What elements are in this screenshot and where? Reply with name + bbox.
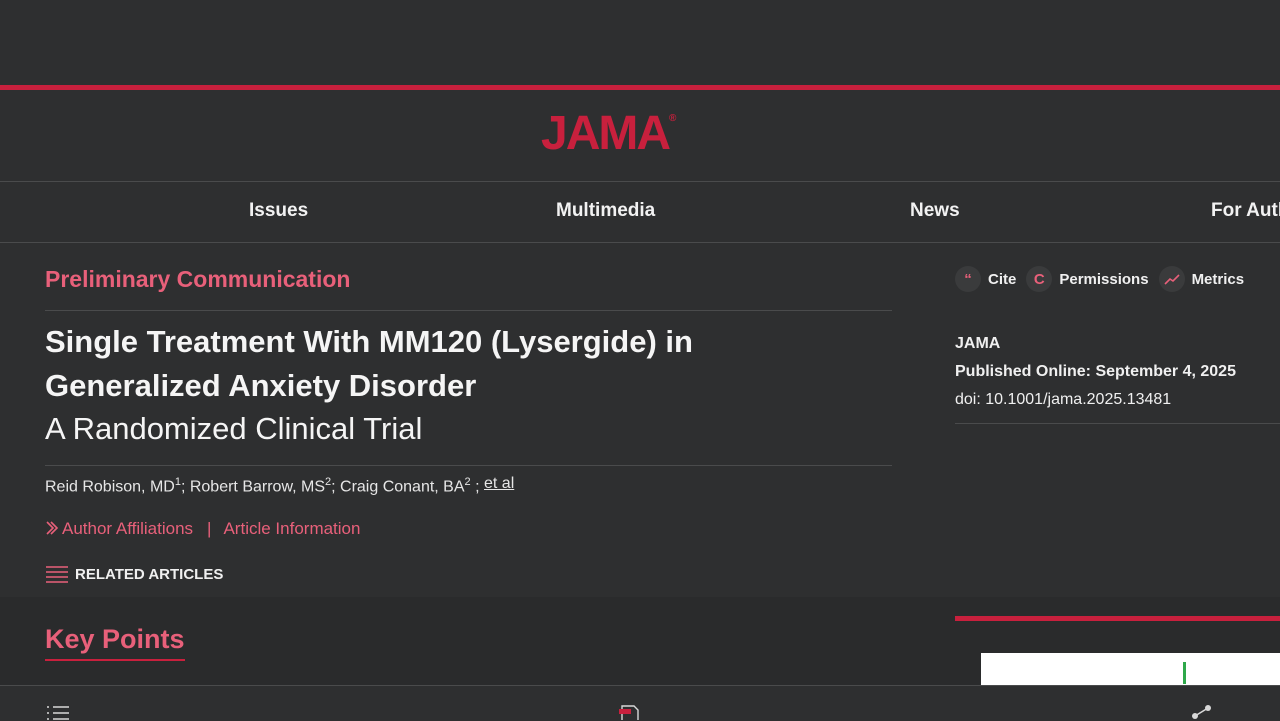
related-articles-label: RELATED ARTICLES (75, 565, 224, 583)
link-separator: | (207, 519, 212, 538)
nav-multimedia[interactable]: Multimedia (556, 182, 655, 242)
nav-issues[interactable]: Issues (249, 182, 308, 242)
cite-button[interactable]: “ Cite (955, 266, 1016, 292)
sidebar-accent-line (955, 616, 1280, 621)
key-points-heading: Key Points (45, 624, 185, 661)
list-icon (46, 566, 68, 583)
share-icon[interactable] (1190, 704, 1214, 720)
author-separator: ; (180, 478, 190, 496)
title-line-2: Generalized Anxiety Disorder (45, 368, 477, 403)
article-subtitle: A Randomized Clinical Trial (45, 411, 423, 446)
quote-icon: “ (955, 266, 981, 292)
article-type: Preliminary Communication (45, 266, 351, 292)
journal-name: JAMA (955, 335, 1001, 352)
pdf-icon[interactable] (618, 704, 642, 720)
author-list: Reid Robison, MD1; Robert Barrow, MS2; C… (45, 475, 514, 496)
author-name[interactable]: Reid Robison, MD (45, 478, 175, 495)
et-al-link[interactable]: et al (484, 475, 514, 492)
author-separator: ; (470, 478, 484, 496)
affiliation-row: Author Affiliations | Article Information (45, 519, 360, 539)
author-name[interactable]: Craig Conant, BA (340, 478, 465, 495)
divider (45, 310, 892, 311)
article-tools: “ Cite C Permissions Metrics (955, 266, 1254, 292)
publication-info: JAMA Published Online: September 4, 2025… (955, 330, 1236, 414)
copyright-icon: C (1026, 266, 1053, 292)
main-nav: Issues Multimedia News For Auth (0, 182, 1280, 243)
jama-logo[interactable]: JAMA® (541, 110, 676, 158)
doi: doi: 10.1001/jama.2025.13481 (955, 391, 1172, 408)
figure-mark (1183, 662, 1186, 684)
outline-icon[interactable] (46, 704, 70, 720)
divider (955, 423, 1280, 424)
related-articles-button[interactable]: RELATED ARTICLES (45, 565, 223, 583)
chevron-right-icon (46, 521, 59, 535)
trend-icon (1158, 266, 1185, 292)
nav-for-authors[interactable]: For Auth (1211, 182, 1280, 242)
article-information-link[interactable]: Article Information (223, 519, 360, 538)
title-line-1: Single Treatment With MM120 (Lysergide) … (45, 324, 693, 359)
author-separator: ; (331, 478, 341, 496)
article-title: Single Treatment With MM120 (Lysergide) … (45, 320, 895, 408)
cite-label: Cite (988, 270, 1017, 288)
permissions-label: Permissions (1059, 270, 1149, 288)
top-bar (0, 0, 1280, 85)
author-affiliations-link[interactable]: Author Affiliations (62, 519, 193, 538)
metrics-label: Metrics (1191, 270, 1245, 288)
published-date: Published Online: September 4, 2025 (955, 363, 1236, 380)
divider (45, 465, 892, 466)
metrics-button[interactable]: Metrics (1158, 266, 1245, 292)
sidebar-figure-preview[interactable] (981, 653, 1280, 685)
permissions-button[interactable]: C Permissions (1026, 266, 1149, 292)
author-name[interactable]: Robert Barrow, MS (190, 478, 325, 495)
nav-news[interactable]: News (910, 182, 960, 242)
